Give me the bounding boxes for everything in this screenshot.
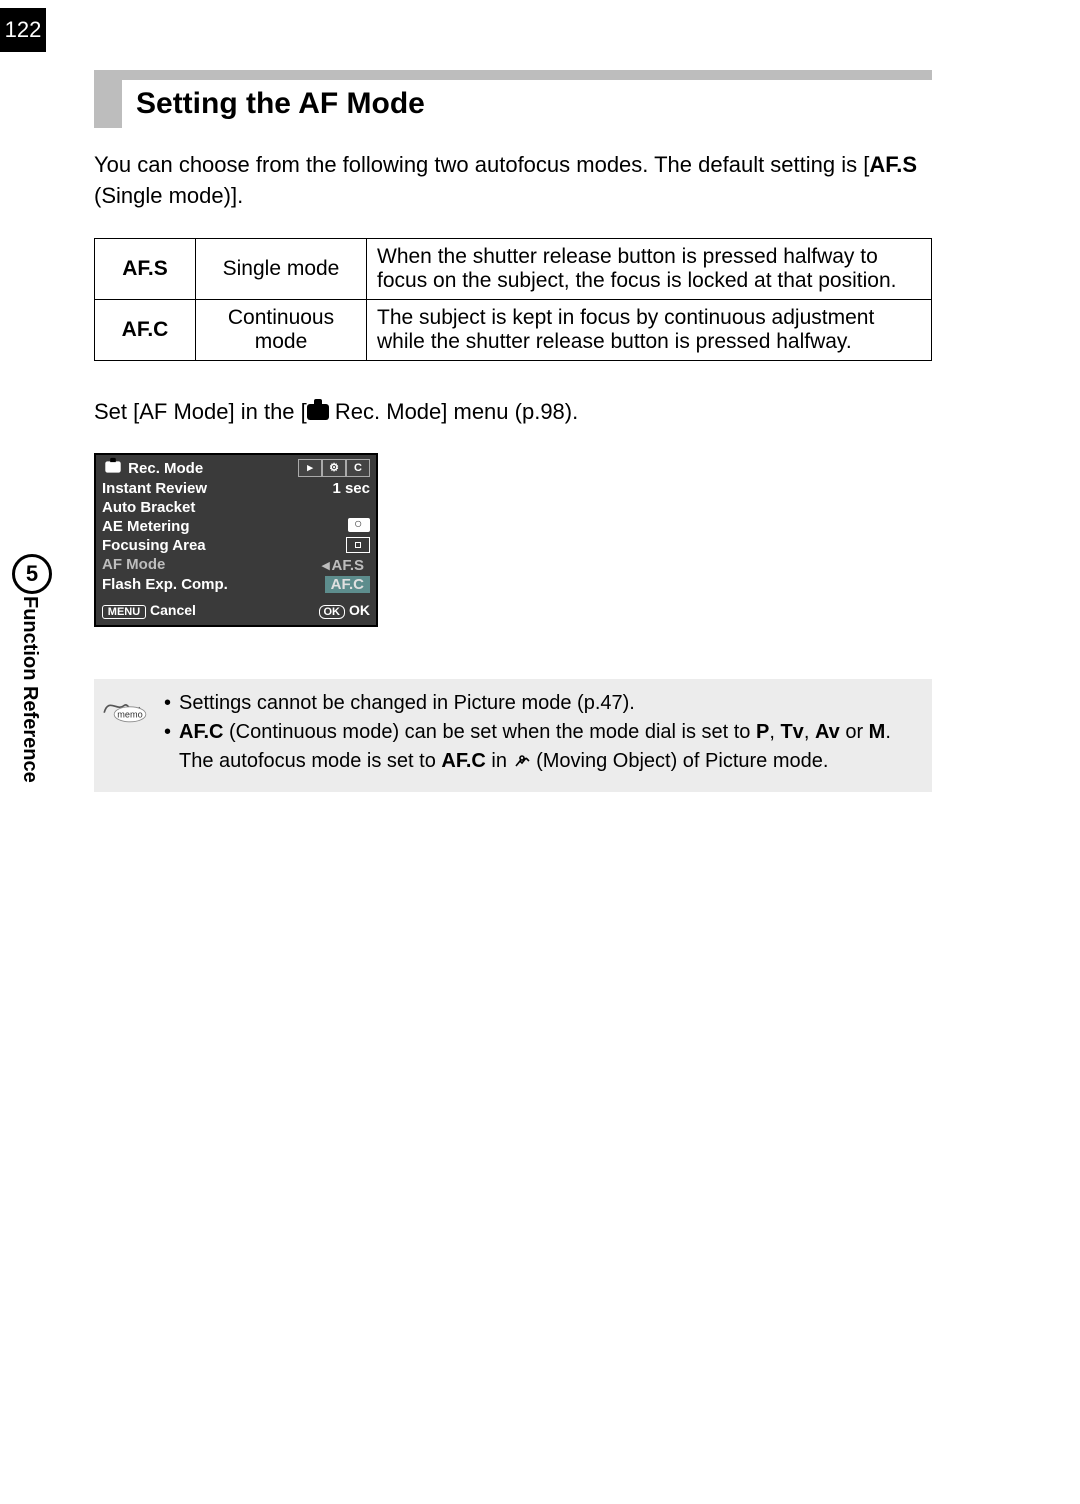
- mode-name-cell: Continuous mode: [196, 299, 367, 360]
- camera-icon: [105, 461, 120, 472]
- ok-label: OK: [349, 602, 370, 618]
- mode-desc-cell: The subject is kept in focus by continuo…: [367, 299, 932, 360]
- t: (Continuous mode) can be set when the mo…: [223, 721, 756, 743]
- setup-tab-icon: ⚙: [322, 459, 346, 477]
- left-arrow-icon: ◂: [322, 557, 330, 574]
- lead-paragraph: You can choose from the following two au…: [94, 150, 932, 212]
- table-row: AF.S Single mode When the shutter releas…: [95, 238, 932, 299]
- menu-item-label: AF Mode: [102, 556, 165, 574]
- memo-text: AF.C (Continuous mode) can be set when t…: [179, 718, 920, 778]
- set-text-pre: Set [AF Mode] in the [: [94, 399, 307, 424]
- heading-block: Setting the AF Mode: [94, 80, 439, 128]
- t: (Moving Object) of Picture mode.: [531, 750, 829, 772]
- lcd-title-text: Rec. Mode: [128, 460, 203, 477]
- bold-tv: Tv: [780, 721, 803, 743]
- chapter-label: Function Reference: [18, 596, 41, 783]
- af-mode-value: AF.S: [331, 557, 364, 574]
- focus-area-icon: [346, 537, 370, 553]
- memo-bullet: • Settings cannot be changed in Picture …: [164, 689, 920, 718]
- af-mode-selected: ◂AF.S: [320, 556, 370, 574]
- lcd-menu-body: Instant Review 1 sec Auto Bracket AE Met…: [96, 479, 376, 596]
- menu-item-label: Focusing Area: [102, 537, 206, 554]
- bullet-dot: •: [164, 689, 171, 718]
- menu-item-label: Flash Exp. Comp.: [102, 576, 228, 593]
- metering-icon: [348, 518, 370, 532]
- bullet-dot: •: [164, 718, 171, 778]
- custom-tab-icon: C: [346, 459, 370, 477]
- lead-text-1: You can choose from the following two au…: [94, 152, 869, 177]
- lcd-screenshot: Rec. Mode ▸ ⚙ C Instant Review 1 sec Aut…: [94, 453, 932, 627]
- t: in: [486, 750, 513, 772]
- menu-item-label: Instant Review: [102, 480, 207, 497]
- lead-text-2: (Single mode)].: [94, 183, 243, 208]
- table-row: AF.C Continuous mode The subject is kept…: [95, 299, 932, 360]
- playback-tab-icon: ▸: [298, 459, 322, 477]
- t: ,: [804, 721, 815, 743]
- menu-row-flash: Flash Exp. Comp. AF.C: [102, 575, 370, 594]
- t: ,: [769, 721, 780, 743]
- menu-item-label: Auto Bracket: [102, 499, 195, 516]
- lcd-title: Rec. Mode: [102, 459, 203, 477]
- bold-afc2: AF.C: [441, 750, 485, 772]
- ok-button-icon: OK: [319, 605, 346, 619]
- svg-text:memo: memo: [117, 709, 142, 719]
- memo-box: memo • Settings cannot be changed in Pic…: [94, 679, 932, 792]
- moving-object-icon: [513, 749, 531, 778]
- afc-dropdown-option: AF.C: [325, 576, 370, 593]
- heading-bar: [94, 80, 122, 128]
- menu-row-auto-bracket: Auto Bracket: [102, 498, 370, 517]
- mode-cell: AF.S: [95, 238, 196, 299]
- mode-desc-cell: When the shutter release button is press…: [367, 238, 932, 299]
- content: You can choose from the following two au…: [94, 150, 932, 792]
- bold-av: Av: [815, 721, 840, 743]
- bold-afc: AF.C: [179, 721, 223, 743]
- t: or: [840, 721, 869, 743]
- cancel-hint: MENU Cancel: [102, 602, 196, 619]
- lcd-footer: MENU Cancel OKOK: [96, 596, 376, 625]
- lcd-screen: Rec. Mode ▸ ⚙ C Instant Review 1 sec Aut…: [94, 453, 378, 627]
- bold-p: P: [756, 721, 769, 743]
- camera-icon: [307, 404, 329, 420]
- bold-m: M: [869, 721, 886, 743]
- memo-icon: memo: [100, 689, 150, 726]
- ok-hint: OKOK: [319, 602, 371, 619]
- chapter-number-badge: 5: [12, 554, 52, 594]
- mode-cell: AF.C: [95, 299, 196, 360]
- lcd-tabs: ▸ ⚙ C: [298, 459, 370, 477]
- menu-item-value: 1 sec: [332, 480, 370, 497]
- page-title: Setting the AF Mode: [122, 80, 439, 128]
- lcd-header: Rec. Mode ▸ ⚙ C: [96, 455, 376, 479]
- header-rule: [94, 70, 932, 80]
- menu-row-focusing-area: Focusing Area: [102, 536, 370, 555]
- menu-button-icon: MENU: [102, 605, 146, 619]
- mode-name-cell: Single mode: [196, 238, 367, 299]
- menu-row-instant-review: Instant Review 1 sec: [102, 479, 370, 498]
- instruction-line: Set [AF Mode] in the [ Rec. Mode] menu (…: [94, 399, 932, 425]
- cancel-label: Cancel: [150, 602, 196, 618]
- lead-bold: AF.S: [869, 152, 917, 177]
- memo-list: • Settings cannot be changed in Picture …: [164, 689, 920, 778]
- menu-row-ae-metering: AE Metering: [102, 517, 370, 536]
- page-number: 122: [0, 8, 46, 52]
- menu-item-label: AE Metering: [102, 518, 190, 535]
- menu-row-af-mode: AF Mode ◂AF.S: [102, 555, 370, 575]
- manual-page: 122 Setting the AF Mode 5 Function Refer…: [0, 0, 1080, 1504]
- af-mode-table: AF.S Single mode When the shutter releas…: [94, 238, 932, 361]
- memo-text: Settings cannot be changed in Picture mo…: [179, 689, 635, 718]
- set-text-post: Rec. Mode] menu (p.98).: [329, 399, 578, 424]
- memo-bullet: • AF.C (Continuous mode) can be set when…: [164, 718, 920, 778]
